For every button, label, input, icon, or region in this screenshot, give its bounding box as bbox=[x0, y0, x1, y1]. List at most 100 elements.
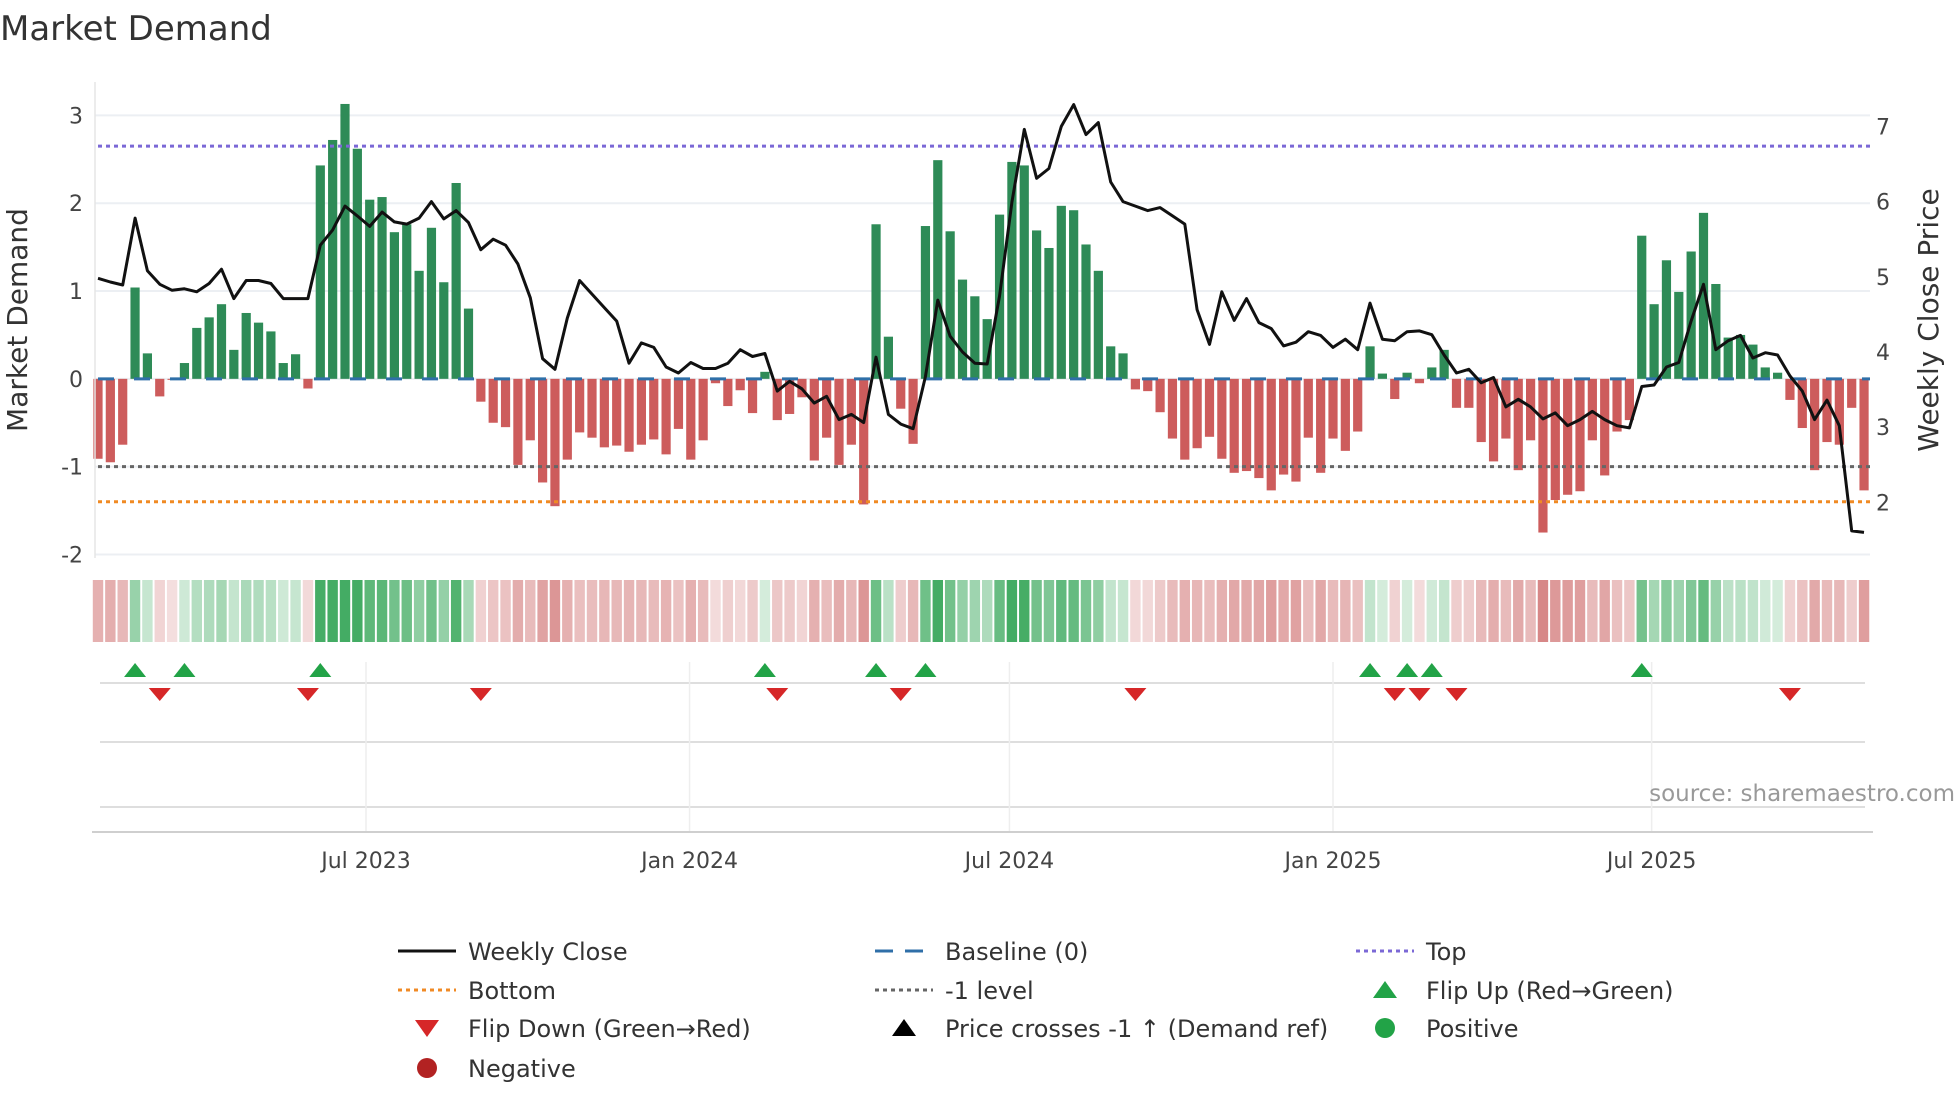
demand-strip-cell bbox=[1167, 580, 1178, 642]
demand-strip-cell bbox=[1290, 580, 1302, 642]
demand-bar bbox=[291, 354, 301, 379]
demand-bar bbox=[1353, 378, 1363, 432]
demand-bar bbox=[1600, 378, 1610, 476]
flip-up-marker bbox=[124, 663, 147, 677]
demand-bar bbox=[1760, 367, 1770, 379]
demand-strip-cell bbox=[1191, 580, 1203, 642]
demand-strip-cell bbox=[586, 580, 598, 642]
demand-strip-cell bbox=[203, 580, 215, 642]
source-label: source: sharemaestro.com bbox=[1649, 781, 1955, 807]
demand-strip-cell bbox=[1463, 580, 1475, 642]
demand-bar bbox=[476, 378, 486, 402]
demand-bar bbox=[426, 227, 437, 379]
demand-strip-cell bbox=[660, 580, 672, 642]
chart-title: Market Demand bbox=[0, 9, 272, 49]
demand-bar bbox=[599, 378, 609, 448]
demand-bar bbox=[723, 378, 733, 407]
demand-strip-cell bbox=[784, 580, 795, 642]
demand-bar bbox=[352, 148, 362, 379]
demand-strip-cell bbox=[475, 580, 487, 642]
demand-bar bbox=[871, 224, 881, 379]
demand-strip-cell bbox=[265, 580, 277, 642]
demand-bar bbox=[1266, 378, 1276, 491]
demand-strip-cell bbox=[1673, 580, 1684, 642]
demand-bar bbox=[1550, 378, 1560, 501]
flip-down-marker bbox=[1124, 688, 1147, 701]
demand-strip-cell bbox=[241, 580, 252, 642]
demand-strip-cell bbox=[1809, 580, 1820, 642]
demand-strip-cell bbox=[735, 580, 746, 642]
flip-down-marker bbox=[1383, 688, 1406, 701]
y-tick-label: 0 bbox=[69, 368, 83, 393]
demand-bar bbox=[1390, 378, 1400, 400]
demand-strip-cell bbox=[1525, 580, 1536, 642]
demand-strip-cell bbox=[1562, 580, 1573, 642]
demand-bar bbox=[1056, 205, 1066, 379]
demand-bar bbox=[1316, 378, 1326, 473]
demand-bar bbox=[1081, 244, 1091, 379]
weekly-close-line bbox=[97, 103, 1865, 534]
demand-strip-cell bbox=[846, 580, 857, 642]
demand-bar bbox=[883, 336, 893, 379]
demand-bar bbox=[1340, 378, 1350, 451]
demand-strip-cell bbox=[1698, 580, 1709, 642]
demand-strip-cell bbox=[1068, 580, 1079, 642]
flip-up-marker bbox=[914, 663, 937, 677]
demand-bar bbox=[1513, 378, 1523, 471]
demand-strip-cell bbox=[907, 580, 919, 642]
flip-down-marker bbox=[1445, 688, 1468, 701]
demand-bar bbox=[1563, 378, 1573, 495]
demand-strip-cell bbox=[1043, 580, 1055, 642]
demand-bar bbox=[488, 378, 498, 423]
demand-bar bbox=[513, 378, 523, 465]
demand-strip-cell bbox=[1389, 580, 1400, 642]
demand-strip-cell bbox=[648, 580, 659, 642]
demand-bar bbox=[562, 378, 572, 460]
demand-bar bbox=[822, 378, 832, 438]
demand-strip-cell bbox=[1784, 580, 1796, 642]
demand-bar bbox=[649, 378, 659, 440]
demand-bar bbox=[414, 270, 424, 379]
flip-down-marker bbox=[469, 688, 492, 701]
demand-strip-cell bbox=[154, 580, 165, 642]
demand-bar bbox=[735, 378, 745, 391]
demand-bar bbox=[624, 378, 634, 452]
demand-bar bbox=[1032, 230, 1042, 379]
triangle-down-icon bbox=[415, 1020, 439, 1037]
demand-strip-cell bbox=[1735, 580, 1746, 642]
demand-strip-cell bbox=[944, 580, 956, 642]
flip-down-marker bbox=[1778, 688, 1801, 701]
demand-strip-cell bbox=[1636, 580, 1647, 642]
demand-strip-cell bbox=[1438, 580, 1450, 642]
demand-strip-cell bbox=[1303, 580, 1314, 642]
legend-label: Flip Down (Green→Red) bbox=[468, 1015, 751, 1043]
demand-bar bbox=[525, 378, 535, 441]
demand-strip-cell bbox=[1154, 580, 1166, 642]
demand-bar bbox=[1810, 378, 1820, 471]
demand-bar bbox=[686, 378, 696, 460]
demand-bar bbox=[1773, 372, 1783, 379]
demand-strip-cell bbox=[611, 580, 622, 642]
legend-label: Flip Up (Red→Green) bbox=[1426, 977, 1674, 1005]
demand-bar bbox=[1501, 378, 1511, 439]
demand-bar bbox=[179, 363, 190, 379]
demand-strip-cell bbox=[463, 580, 474, 642]
red-circle-icon bbox=[417, 1058, 437, 1078]
demand-bar bbox=[957, 279, 968, 379]
legend-label: Top bbox=[1425, 938, 1467, 966]
demand-strip-cell bbox=[796, 580, 808, 642]
demand-bar bbox=[970, 296, 980, 379]
demand-strip-cell bbox=[179, 580, 190, 642]
demand-bar bbox=[1180, 378, 1190, 460]
demand-strip-cell bbox=[1834, 580, 1845, 642]
demand-strip-cell bbox=[450, 580, 462, 642]
flip-down-marker bbox=[766, 688, 789, 701]
demand-strip-cell bbox=[821, 580, 832, 642]
demand-bar bbox=[315, 165, 325, 379]
demand-bar bbox=[1476, 378, 1486, 443]
demand-strip-cell bbox=[623, 580, 635, 642]
y2-tick-label: 4 bbox=[1876, 341, 1890, 366]
demand-bar bbox=[377, 197, 387, 379]
flip-up-marker bbox=[865, 663, 888, 677]
demand-bar bbox=[550, 378, 560, 507]
